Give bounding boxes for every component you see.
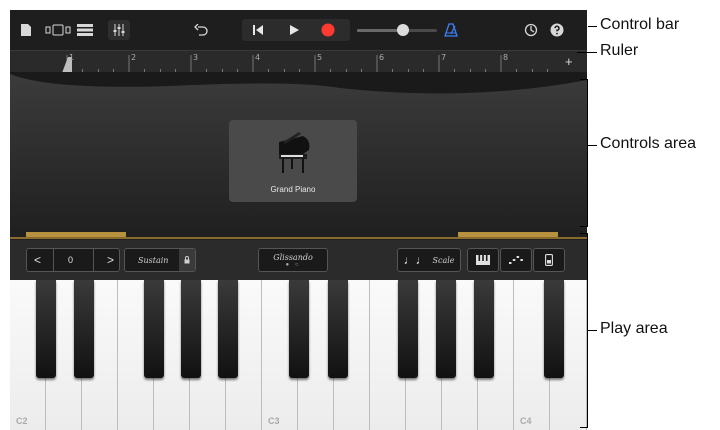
keyboard-control-strip: < 0 > Sustain Glissando ● ○ ♩♩ Scale [10,240,587,280]
scale-label: Scale [432,255,455,265]
piano-black-key[interactable] [436,280,456,378]
ruler-bar-2: 2 [131,53,137,62]
ruler-bar-3: 3 [193,53,199,62]
piano-black-key[interactable] [181,280,201,378]
control-bar [10,10,587,50]
stage: 1 2 3 4 5 6 7 8 + Grand Piano < 0 > Sust… [0,0,720,430]
note-icon: ♩♩ [403,253,428,267]
volume-knob[interactable] [397,24,409,36]
scale-button[interactable]: ♩♩ Scale [397,248,461,272]
octave-down-button[interactable]: < [34,253,41,267]
key-label-c2: C2 [16,416,28,426]
ruler-bar-6: 6 [379,53,385,62]
divider [93,249,94,271]
settings-icon[interactable] [522,20,540,40]
ruler-bar-4: 4 [255,53,261,62]
bracket-line [580,427,588,428]
keyboard-icon[interactable] [467,248,499,272]
octave-up-button[interactable]: > [107,253,114,267]
piano-black-key[interactable] [544,280,564,378]
page-dots: ● ○ [285,261,301,268]
piano-black-key[interactable] [144,280,164,378]
help-icon[interactable] [548,20,566,40]
leader-line [588,330,597,331]
bracket-line [587,79,588,227]
sustain-button[interactable]: Sustain [124,248,196,272]
controls-area: Grand Piano [10,72,587,240]
piano-black-key[interactable] [398,280,418,378]
callout-control-bar: Control bar [600,16,680,33]
garageband-window: 1 2 3 4 5 6 7 8 + Grand Piano < 0 > Sust… [10,10,587,430]
document-icon[interactable] [18,20,34,40]
piano-black-key[interactable] [36,280,56,378]
bracket-line [580,79,588,80]
callout-play-area: Play area [600,320,668,337]
go-to-beginning-icon[interactable] [248,20,268,40]
ruler-bar-5: 5 [317,53,323,62]
ruler-bar-1: 1 [69,53,75,62]
grand-piano-icon [279,132,310,173]
bracket-line [580,226,588,227]
browser-view-icon[interactable] [44,20,72,40]
key-label-c3: C3 [268,416,280,426]
callout-controls-area: Controls area [600,135,697,152]
glissando-button[interactable]: Glissando ● ○ [258,248,328,272]
ruler[interactable]: 1 2 3 4 5 6 7 8 + [10,50,587,74]
play-area: C2 C3 C4 [10,280,587,430]
callout-ruler: Ruler [600,42,639,59]
mixer-icon[interactable] [108,20,130,40]
leader-line [577,52,597,53]
instrument-name: Grand Piano [270,185,316,194]
gold-divider [10,237,587,239]
piano-black-key[interactable] [328,280,348,378]
sustain-label: Sustain [138,255,169,265]
play-icon[interactable] [284,20,304,40]
undo-icon[interactable] [192,20,210,40]
record-icon[interactable] [318,20,338,40]
wave-edge [10,72,587,94]
ruler-bar-7: 7 [441,53,447,62]
arpeggiator-icon[interactable] [500,248,532,272]
metronome-icon[interactable] [442,20,460,40]
phone-icon[interactable] [533,248,565,272]
leader-line [588,26,597,27]
add-section-button[interactable]: + [565,54,573,69]
instrument-button[interactable]: Grand Piano [229,120,357,202]
piano-black-key[interactable] [289,280,309,378]
piano-black-key[interactable] [218,280,238,378]
tracks-view-icon[interactable] [76,20,94,40]
piano-black-key[interactable] [74,280,94,378]
octave-value: 0 [68,255,74,265]
leader-line [588,145,597,146]
key-label-c4: C4 [520,416,532,426]
piano-black-key[interactable] [474,280,494,378]
bracket-line [580,233,588,234]
octave-control: < 0 > [26,248,120,272]
glissando-label: Glissando [273,252,313,262]
lock-icon[interactable] [179,249,195,271]
ruler-bar-8: 8 [503,53,509,62]
divider [53,249,54,271]
